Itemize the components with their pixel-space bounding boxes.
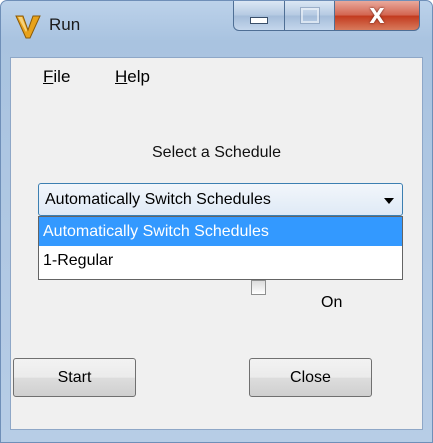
on-checkbox[interactable]	[251, 280, 266, 295]
caption-buttons: X	[233, 1, 420, 33]
close-icon: X	[369, 3, 385, 28]
menu-help-label: elp	[127, 67, 150, 86]
menu-help-mnemonic: H	[115, 67, 128, 86]
menu-help[interactable]: Help	[115, 67, 150, 87]
schedule-select[interactable]: Automatically Switch Schedules	[38, 183, 403, 216]
checkbox-label: On	[321, 294, 343, 311]
menu-file-label: ile	[53, 67, 71, 86]
run-window: Run X File Help Select a Schedule Automa…	[0, 0, 433, 443]
menu-bar: File Help	[11, 58, 422, 96]
v-logo-icon	[15, 15, 41, 39]
menu-file-mnemonic: F	[43, 67, 54, 86]
close-button[interactable]: Close	[249, 358, 372, 397]
schedule-option[interactable]: 1-Regular	[39, 246, 402, 275]
client-area: File Help Select a Schedule Automaticall…	[10, 57, 423, 430]
close-window-button[interactable]: X	[335, 1, 420, 31]
maximize-icon	[300, 8, 319, 23]
window-title: Run	[49, 15, 81, 34]
minimize-button[interactable]	[233, 1, 285, 31]
title-bar[interactable]: Run X	[1, 1, 432, 51]
minimize-icon	[250, 17, 268, 24]
maximize-button[interactable]	[285, 1, 335, 31]
schedule-label: Select a Schedule	[152, 144, 281, 161]
schedule-select-value: Automatically Switch Schedules	[45, 191, 271, 208]
chevron-down-icon[interactable]	[384, 198, 394, 204]
schedule-dropdown-list: Automatically Switch Schedules 1-Regular	[38, 216, 403, 280]
schedule-option[interactable]: Automatically Switch Schedules	[39, 217, 402, 246]
start-button[interactable]: Start	[13, 358, 136, 397]
menu-file[interactable]: File	[43, 67, 70, 87]
